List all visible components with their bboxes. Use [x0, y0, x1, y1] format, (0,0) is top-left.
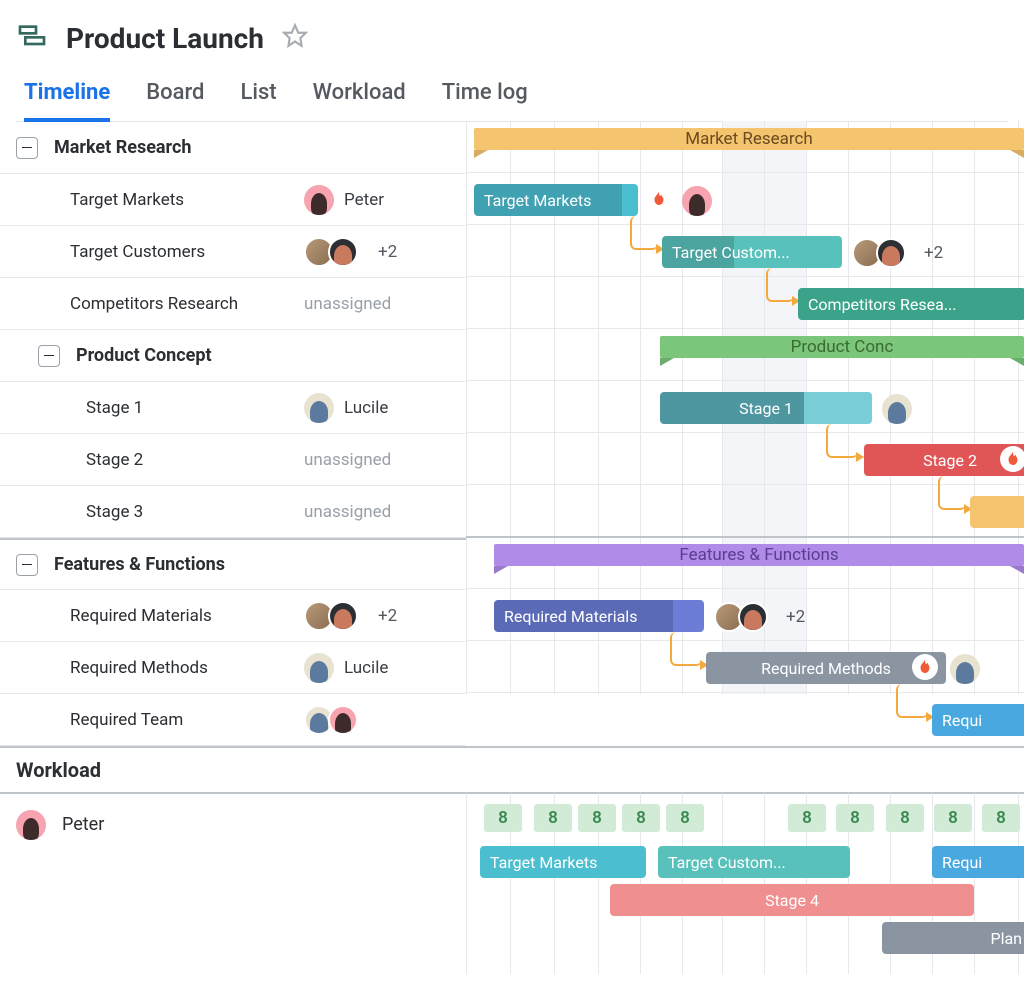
workload-hours: 8 8 8 8 8 8 8 8 8 8 — [466, 804, 1024, 834]
task-row[interactable]: Required Materials +2 — [0, 590, 466, 642]
collapse-icon[interactable] — [16, 137, 38, 159]
task-name: Competitors Research — [70, 294, 304, 314]
task-meta — [682, 186, 712, 216]
group-bar-features-functions[interactable]: Features & Functions — [494, 544, 1024, 574]
task-meta — [950, 654, 980, 684]
task-name: Stage 1 — [86, 398, 304, 418]
task-row[interactable]: Stage 2 unassigned — [0, 434, 466, 486]
assignee-cell[interactable] — [304, 705, 358, 735]
tab-timelog[interactable]: Time log — [442, 80, 528, 121]
group-market-research[interactable]: Market Research — [0, 122, 466, 174]
assignee-cell[interactable]: +2 — [304, 601, 397, 631]
gantt-icon — [16, 20, 48, 56]
task-bar-competitors-research[interactable]: Competitors Resea... — [798, 288, 1024, 320]
assignee-cell[interactable]: +2 — [304, 237, 397, 267]
wl-bar-stage-4[interactable]: Stage 4 — [610, 884, 974, 916]
unassigned-label: unassigned — [304, 294, 391, 314]
task-bar-target-customers[interactable]: Target Custom... — [662, 236, 842, 268]
task-row[interactable]: Stage 1 Lucile — [0, 382, 466, 434]
task-row[interactable]: Stage 3 unassigned — [0, 486, 466, 538]
task-row[interactable]: Target Customers +2 — [0, 226, 466, 278]
task-bar-stage-2[interactable]: Stage 2 — [864, 444, 1024, 476]
wl-bar-required-team[interactable]: Requi — [932, 846, 1024, 878]
tab-timeline[interactable]: Timeline — [24, 80, 110, 121]
task-row[interactable]: Required Methods Lucile — [0, 642, 466, 694]
task-meta: +2 — [714, 602, 805, 632]
assignee-cell[interactable]: Peter — [304, 185, 384, 215]
tab-board[interactable]: Board — [146, 80, 204, 121]
task-name: Target Customers — [70, 242, 304, 262]
group-label: Product Concept — [76, 345, 212, 366]
group-features-functions[interactable]: Features & Functions — [0, 538, 466, 590]
avatar-lucile — [950, 654, 980, 684]
unassigned-label: unassigned — [304, 450, 391, 470]
avatar-lucile — [882, 394, 912, 424]
assignee-cell[interactable]: Lucile — [304, 653, 388, 683]
view-tabs: Timeline Board List Workload Time log — [16, 80, 1008, 122]
workload-person-row[interactable]: Peter — [0, 794, 466, 974]
group-bar-market-research[interactable]: Market Research — [474, 128, 1024, 158]
tab-list[interactable]: List — [240, 80, 276, 121]
workload-section-title: Workload — [0, 746, 1024, 794]
task-name: Required Methods — [70, 658, 304, 678]
task-name: Stage 2 — [86, 450, 304, 470]
task-row[interactable]: Competitors Research unassigned — [0, 278, 466, 330]
wl-bar-target-customers[interactable]: Target Custom... — [658, 846, 850, 878]
wl-bar-target-markets[interactable]: Target Markets — [480, 846, 646, 878]
tab-workload[interactable]: Workload — [313, 80, 406, 121]
task-name: Target Markets — [70, 190, 304, 210]
task-name: Stage 3 — [86, 502, 304, 522]
task-bar-required-methods[interactable]: Required Methods — [706, 652, 946, 684]
avatar-lucile — [304, 653, 334, 683]
group-bar-product-concept[interactable]: Product Conc — [660, 336, 1024, 366]
page-title: Product Launch — [66, 22, 264, 55]
unassigned-label: unassigned — [304, 502, 391, 522]
task-meta: +2 — [852, 238, 943, 268]
group-product-concept[interactable]: Product Concept — [0, 330, 466, 382]
wl-bar-plan[interactable]: Plan — [882, 922, 1024, 954]
group-label: Features & Functions — [54, 554, 225, 575]
task-bar-stage-3[interactable] — [970, 496, 1024, 528]
task-name: Required Team — [70, 710, 304, 730]
avatar-lucile — [304, 393, 334, 423]
task-row[interactable]: Target Markets Peter — [0, 174, 466, 226]
task-bar-required-team[interactable]: Requi — [932, 704, 1024, 736]
task-row[interactable]: Required Team — [0, 694, 466, 746]
star-icon[interactable] — [282, 23, 308, 53]
task-bar-stage-1[interactable]: Stage 1 — [660, 392, 872, 424]
avatar-peter — [16, 810, 46, 840]
group-label: Market Research — [54, 137, 191, 158]
task-meta — [882, 394, 912, 424]
task-name: Required Materials — [70, 606, 304, 626]
task-bar-required-materials[interactable]: Required Materials — [494, 600, 704, 632]
avatar — [328, 237, 358, 267]
assignee-cell[interactable]: Lucile — [304, 393, 388, 423]
collapse-icon[interactable] — [38, 345, 60, 367]
avatar-peter — [304, 185, 334, 215]
avatar-peter — [682, 186, 712, 216]
flame-icon — [646, 186, 672, 212]
person-name: Peter — [62, 810, 104, 835]
task-bar-target-markets[interactable]: Target Markets — [474, 184, 638, 216]
collapse-icon[interactable] — [16, 554, 38, 576]
avatar — [328, 705, 358, 735]
avatar — [328, 601, 358, 631]
